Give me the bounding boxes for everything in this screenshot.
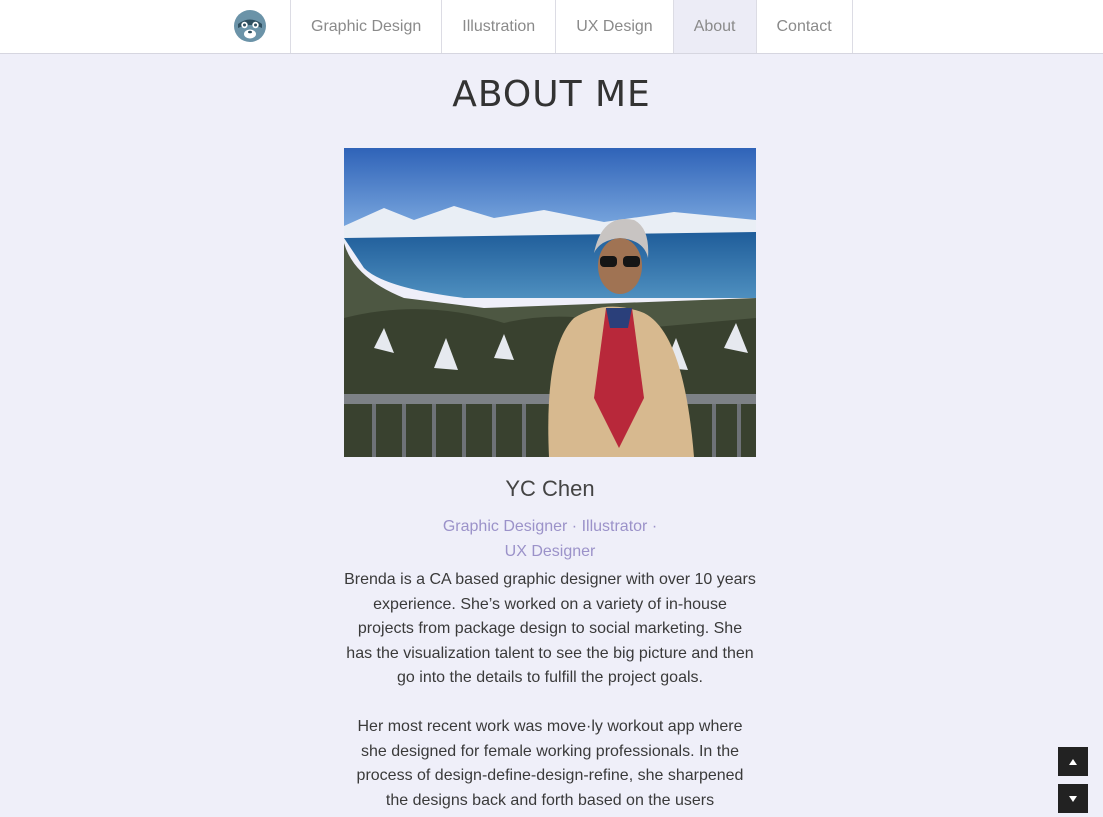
bio-paragraph: Her most recent work was move·ly workout… [356, 718, 744, 809]
bio-paragraph: Brenda is a CA based graphic designer wi… [344, 571, 756, 687]
role-separator: · [571, 518, 578, 535]
nav-item-graphic-design[interactable]: Graphic Design [291, 0, 443, 53]
scroll-down-button[interactable] [1058, 784, 1088, 813]
nav-menu: Graphic Design Illustration UX Design Ab… [290, 0, 853, 53]
top-navbar: Graphic Design Illustration UX Design Ab… [0, 0, 1103, 54]
arrow-up-icon [1069, 758, 1077, 765]
role-ux-designer: UX Designer [504, 543, 596, 560]
profile-roles: Graphic Designer · Illustrator · UX Desi… [344, 514, 756, 564]
role-illustrator: Illustrator [581, 518, 648, 535]
profile-photo [344, 148, 756, 457]
role-graphic-designer: Graphic Designer [442, 518, 568, 535]
nav-item-illustration[interactable]: Illustration [442, 0, 557, 53]
page-title: ABOUT ME [452, 74, 651, 115]
role-separator: · [651, 518, 658, 535]
scroll-up-button[interactable] [1058, 747, 1088, 776]
nav-item-about[interactable]: About [673, 0, 757, 53]
profile-name: YC Chen [505, 476, 595, 501]
nav-item-ux-design[interactable]: UX Design [556, 0, 674, 53]
raccoon-logo-icon[interactable] [233, 9, 267, 43]
nav-item-contact[interactable]: Contact [757, 0, 853, 53]
arrow-down-icon [1069, 795, 1077, 802]
